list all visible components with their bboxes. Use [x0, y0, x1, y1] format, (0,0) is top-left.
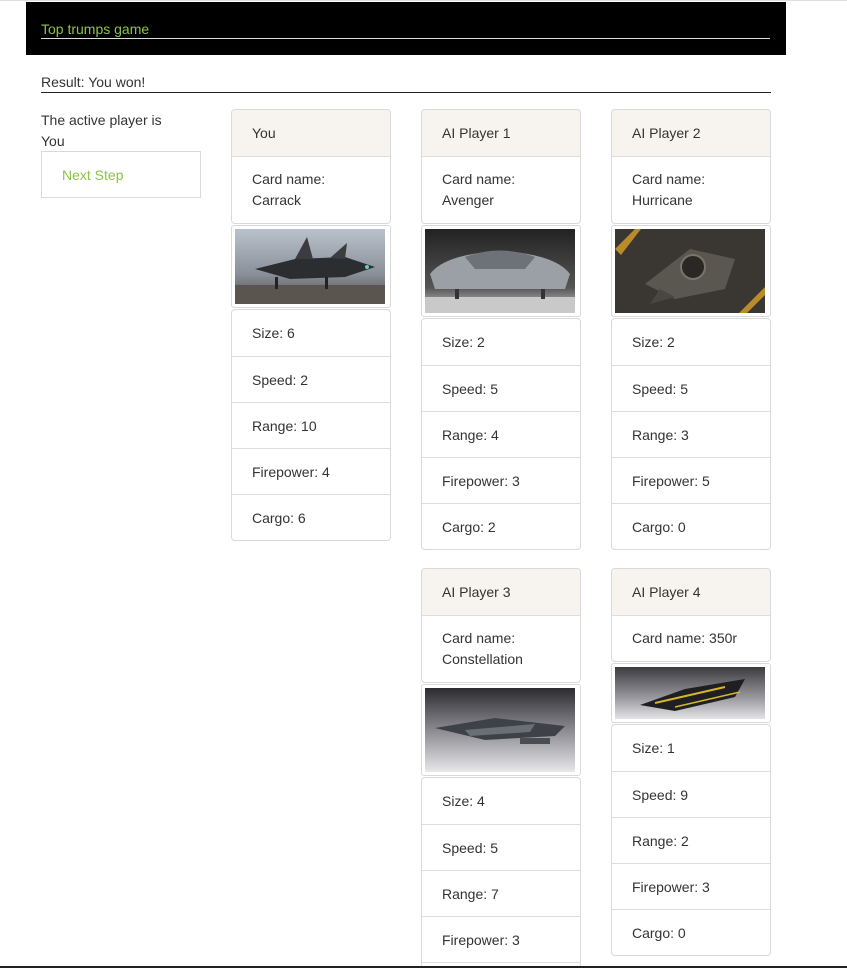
app-header: Top trumps game — [26, 2, 786, 55]
ship-image-hurricane — [611, 225, 771, 317]
card-ai-player-2: AI Player 2 Card name: Hurricane Size: 2… — [611, 109, 771, 550]
stat-size[interactable]: Size: 2 — [612, 319, 770, 365]
ship-image-avenger — [421, 225, 581, 317]
card-you: You Card name: Carrack Size: 6 Speed: 2 … — [231, 109, 391, 541]
card-name: Card name: Constellation — [422, 615, 580, 682]
card-name: Card name: Avenger — [422, 156, 580, 223]
card-player-name: AI Player 4 — [612, 569, 770, 615]
stat-speed[interactable]: Speed: 5 — [422, 824, 580, 870]
stat-range[interactable]: Range: 3 — [612, 411, 770, 457]
card-ai-player-3: AI Player 3 Card name: Constellation Siz… — [421, 568, 581, 968]
stat-range[interactable]: Range: 4 — [422, 411, 580, 457]
stat-speed[interactable]: Speed: 5 — [422, 365, 580, 411]
stat-speed[interactable]: Speed: 9 — [612, 771, 770, 817]
stat-speed[interactable]: Speed: 5 — [612, 365, 770, 411]
stat-range[interactable]: Range: 10 — [232, 402, 390, 448]
card-player-name: AI Player 1 — [422, 110, 580, 156]
stat-size[interactable]: Size: 1 — [612, 725, 770, 771]
next-step-button[interactable]: Next Step — [41, 151, 201, 198]
stat-firepower[interactable]: Firepower: 3 — [422, 457, 580, 503]
stat-range[interactable]: Range: 7 — [422, 870, 580, 916]
active-player-text: The active player is You — [41, 112, 162, 149]
card-player-name: AI Player 3 — [422, 569, 580, 615]
stat-firepower[interactable]: Firepower: 3 — [612, 863, 770, 909]
stat-firepower[interactable]: Firepower: 5 — [612, 457, 770, 503]
card-name: Card name: Hurricane — [612, 156, 770, 223]
ship-image-350r — [611, 663, 771, 723]
stat-firepower[interactable]: Firepower: 4 — [232, 448, 390, 494]
ship-image-carrack — [231, 225, 391, 308]
stat-cargo[interactable]: Cargo: 0 — [612, 503, 770, 549]
card-name: Card name: 350r — [612, 615, 770, 661]
stat-size[interactable]: Size: 4 — [422, 778, 580, 824]
card-ai-player-1: AI Player 1 Card name: Avenger Size: 2 S… — [421, 109, 581, 550]
stat-cargo[interactable]: Cargo: 0 — [612, 909, 770, 955]
card-ai-player-4: AI Player 4 Card name: 350r Size: 1 Spee… — [611, 568, 771, 956]
top-border — [0, 0, 847, 1]
card-player-name: You — [232, 110, 390, 156]
card-player-name: AI Player 2 — [612, 110, 770, 156]
ship-image-constellation — [421, 684, 581, 776]
stat-firepower[interactable]: Firepower: 3 — [422, 916, 580, 962]
card-name: Card name: Carrack — [232, 156, 390, 223]
stat-cargo[interactable]: Cargo: 6 — [232, 494, 390, 540]
app-title: Top trumps game — [41, 20, 770, 39]
result-text: Result: You won! — [41, 73, 771, 93]
stat-size[interactable]: Size: 6 — [232, 310, 390, 356]
stat-size[interactable]: Size: 2 — [422, 319, 580, 365]
stat-cargo[interactable]: Cargo: 2 — [422, 503, 580, 549]
stat-range[interactable]: Range: 2 — [612, 817, 770, 863]
stat-speed[interactable]: Speed: 2 — [232, 356, 390, 402]
